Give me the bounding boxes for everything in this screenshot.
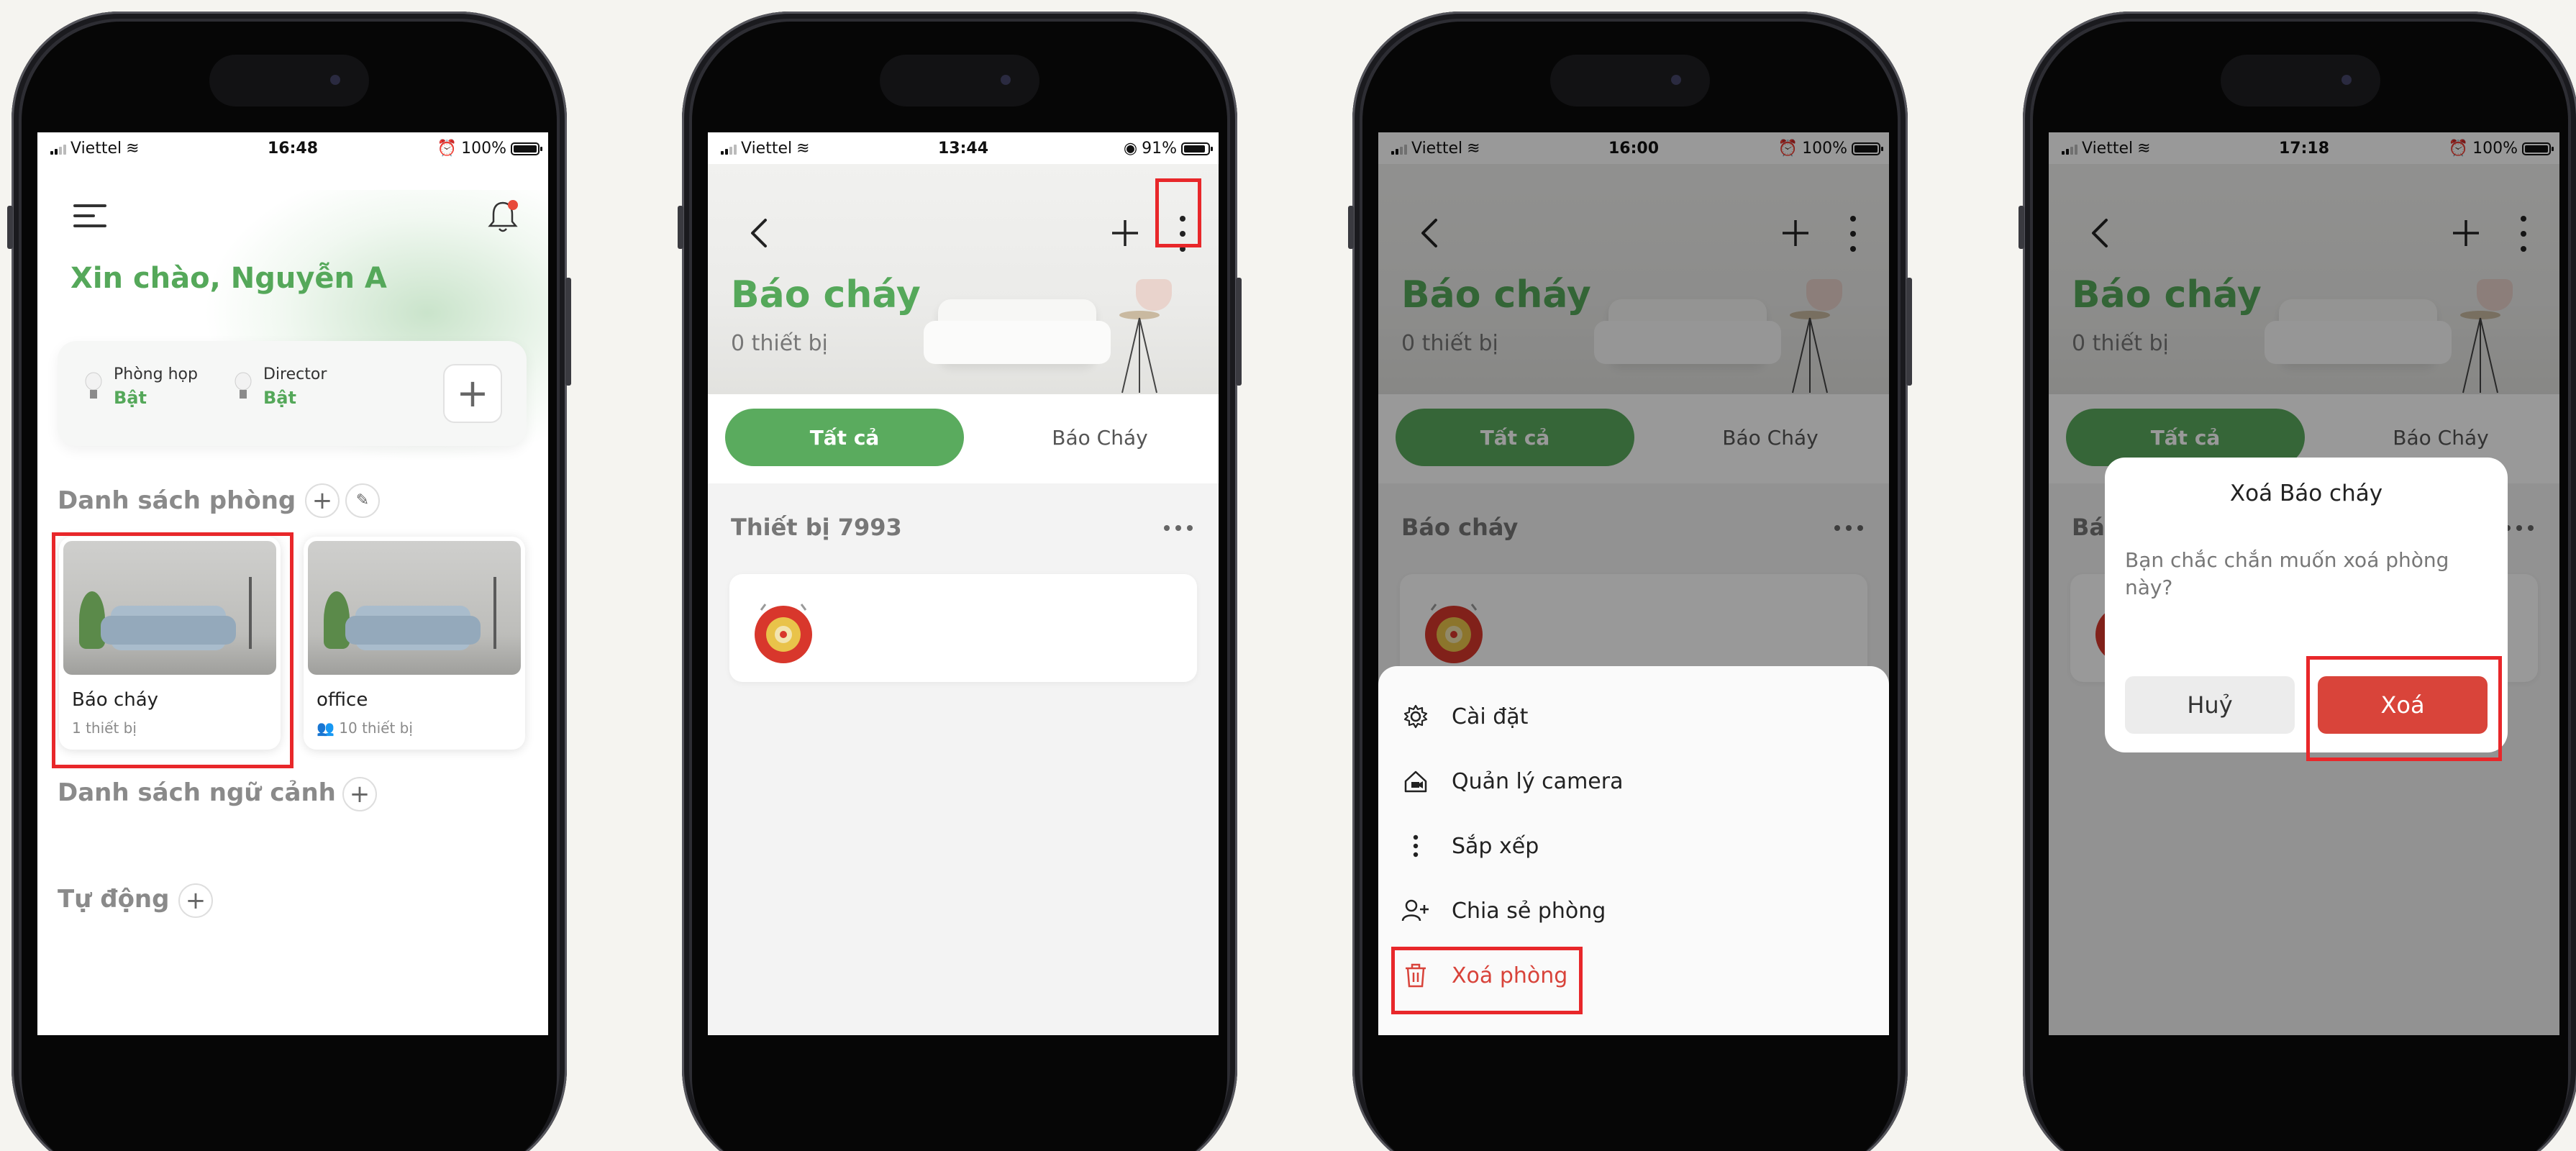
- vase: [1136, 279, 1172, 311]
- dynamic-island: [1550, 55, 1710, 106]
- menu-item-camera[interactable]: Quản lý camera: [1401, 767, 1623, 796]
- battery-icon: [1181, 142, 1213, 155]
- quick-control-name: Director: [263, 365, 327, 383]
- battery-percent: 91%: [1142, 140, 1177, 158]
- silent-switch: [7, 206, 13, 249]
- room-header: Báo cháy 0 thiết bị: [708, 164, 1219, 394]
- battery-icon: [511, 142, 542, 155]
- dynamic-island: [880, 55, 1039, 106]
- phone-frame-room: Viettel ≋ 13:44 ◉ 91% Báo cháy 0 thiết bị …: [678, 12, 1242, 1151]
- tab-all[interactable]: Tất cả: [725, 409, 964, 466]
- home-camera-icon: [1401, 767, 1430, 796]
- menu-item-label: Chia sẻ phòng: [1452, 898, 1606, 924]
- add-user-icon: [1401, 896, 1430, 925]
- side-table: [1119, 311, 1160, 393]
- device-card[interactable]: [729, 574, 1197, 682]
- room-image: [308, 541, 521, 675]
- add-quick-control-button[interactable]: +: [443, 364, 502, 423]
- power-button: [565, 278, 571, 386]
- users-icon: 👥: [317, 719, 340, 737]
- menu-icon[interactable]: [73, 201, 106, 230]
- silent-switch: [1348, 206, 1354, 249]
- menu-item-sort[interactable]: Sắp xếp: [1401, 832, 1539, 860]
- greeting: Xin chào, Nguyễn A: [70, 262, 387, 295]
- scenes-section-title: Danh sách ngữ cảnh: [58, 778, 336, 807]
- room-title: Báo cháy: [731, 273, 921, 317]
- phone-frame-dialog: Viettel ≋ 17:18 ⏰ 100% Báo cháy 0 thiết bị…: [2019, 12, 2576, 1151]
- phone-frame-menu: Viettel ≋ 16:00 ⏰ 100% Báo cháy 0 thiết bị…: [1348, 12, 1912, 1151]
- home-screen: Viettel ≋ 16:48 ⏰ 100% Xin chào, Nguyễn A …: [37, 132, 548, 1035]
- cancel-button[interactable]: Huỷ: [2125, 676, 2295, 734]
- power-button: [1906, 278, 1912, 386]
- back-icon[interactable]: [748, 217, 770, 249]
- battery-percent: 100%: [461, 140, 506, 158]
- bell-icon[interactable]: [486, 199, 519, 235]
- menu-item-share[interactable]: Chia sẻ phòng: [1401, 896, 1606, 925]
- rooms-section-title: Danh sách phòng: [58, 486, 296, 515]
- room-device-count: 👥 10 thiết bị: [317, 719, 413, 737]
- bulb-icon: [85, 372, 102, 399]
- tab-fire-alarm[interactable]: Báo Cháy: [1010, 409, 1190, 466]
- highlight-box: [1391, 947, 1583, 1014]
- room-name: office: [317, 689, 368, 711]
- silent-switch: [2019, 206, 2024, 249]
- menu-item-settings[interactable]: Cài đặt: [1401, 702, 1528, 731]
- room-menu-screen: Viettel ≋ 16:00 ⏰ 100% Báo cháy 0 thiết bị…: [1378, 132, 1889, 1035]
- dynamic-island: [209, 55, 369, 106]
- highlight-box: [1155, 178, 1201, 247]
- menu-item-label: Sắp xếp: [1452, 833, 1539, 859]
- quick-control-state: Bật: [263, 388, 296, 408]
- quick-controls: Phòng họp Bật Director Bật +: [58, 341, 527, 446]
- notification-dot: [508, 200, 518, 210]
- room-body: Thiết bị 7993: [708, 483, 1219, 1035]
- silent-switch: [678, 206, 683, 249]
- gear-icon: [1401, 702, 1430, 731]
- group-more-icon[interactable]: [1164, 525, 1193, 531]
- add-automation-button[interactable]: +: [178, 883, 213, 918]
- fire-alarm-icon: [755, 604, 812, 663]
- phone-frame-home: Viettel ≋ 16:48 ⏰ 100% Xin chào, Nguyễn A …: [7, 12, 571, 1151]
- tabs-bar: Tất cả Báo Cháy: [708, 394, 1219, 483]
- power-button: [1236, 278, 1242, 386]
- edit-rooms-button[interactable]: ✎: [345, 483, 380, 518]
- room-options-sheet: Cài đặt Quản lý camera Sắp xếp Chia sẻ p…: [1378, 666, 1889, 1035]
- dialog-message: Bạn chắc chắn muốn xoá phòng này?: [2125, 548, 2449, 599]
- dynamic-island: [2221, 55, 2380, 106]
- room-card-office[interactable]: office 👥 10 thiết bị: [304, 537, 525, 750]
- room-header-image: [924, 299, 1111, 364]
- highlight-box: [52, 532, 293, 768]
- quick-control-name: Phòng họp: [114, 365, 198, 383]
- rotation-lock-icon: ◉: [1123, 140, 1138, 158]
- room-screen: Viettel ≋ 13:44 ◉ 91% Báo cháy 0 thiết bị …: [708, 132, 1219, 1035]
- dialog-title: Xoá Báo cháy: [2229, 481, 2383, 506]
- quick-control-state: Bật: [114, 388, 147, 408]
- add-device-icon[interactable]: [1111, 219, 1139, 247]
- status-bar: Viettel ≋ 16:48 ⏰ 100%: [37, 132, 548, 164]
- quick-control-director[interactable]: Director Bật: [233, 365, 327, 408]
- status-bar: Viettel ≋ 13:44 ◉ 91%: [708, 132, 1219, 164]
- add-scene-button[interactable]: +: [342, 777, 377, 811]
- add-room-button[interactable]: +: [305, 483, 340, 518]
- bulb-icon: [235, 372, 252, 399]
- room-device-count: 0 thiết bị: [731, 331, 828, 356]
- quick-control-phong-hop[interactable]: Phòng họp Bật: [83, 365, 198, 408]
- delete-confirm-screen: Viettel ≋ 17:18 ⏰ 100% Báo cháy 0 thiết bị…: [2049, 132, 2559, 1035]
- menu-item-label: Quản lý camera: [1452, 768, 1624, 794]
- menu-item-label: Cài đặt: [1452, 704, 1529, 729]
- more-vertical-icon: [1401, 832, 1430, 860]
- highlight-box: [2306, 656, 2502, 761]
- alarm-icon: ⏰: [437, 140, 458, 158]
- automation-section-title: Tự động: [58, 885, 170, 914]
- device-group-title: Thiết bị 7993: [731, 514, 902, 541]
